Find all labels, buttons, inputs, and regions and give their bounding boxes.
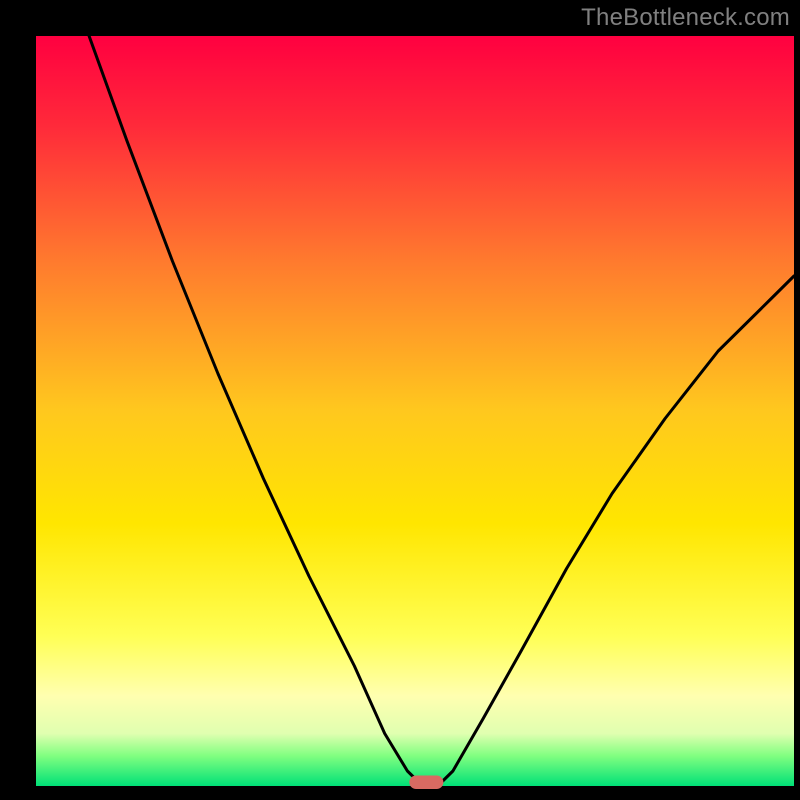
plot-background <box>36 36 794 786</box>
optimum-marker <box>409 776 443 790</box>
watermark-text: TheBottleneck.com <box>581 4 790 32</box>
bottleneck-chart <box>0 0 800 800</box>
chart-frame: TheBottleneck.com <box>0 0 800 800</box>
